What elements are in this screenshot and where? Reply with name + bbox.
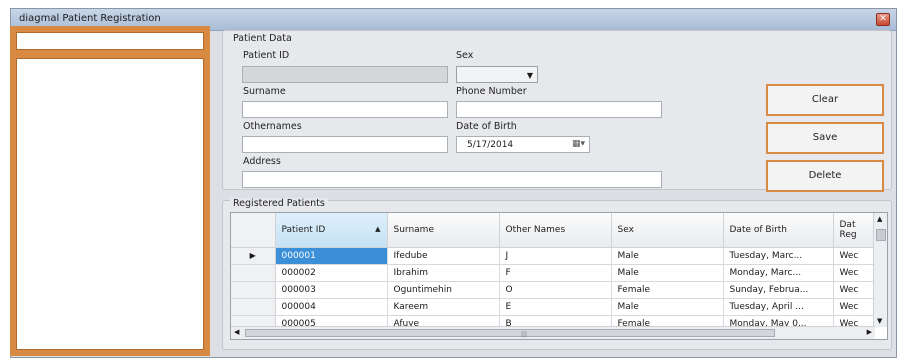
grip-icon: ||| bbox=[521, 331, 528, 338]
surname-field[interactable] bbox=[242, 101, 448, 118]
current-row-icon: ▶ bbox=[231, 247, 276, 265]
cell-other-names[interactable]: E bbox=[499, 298, 612, 316]
cell-date-of-birth[interactable]: Tuesday, April ... bbox=[723, 298, 834, 316]
patients-table: Patient ID ▲ Surname Other Names Sex Dat… bbox=[231, 213, 874, 333]
cell-patient-id[interactable]: 000003 bbox=[275, 281, 388, 299]
scroll-left-icon[interactable]: ◀ bbox=[234, 328, 239, 336]
cell-surname[interactable]: Ibrahim bbox=[387, 264, 500, 282]
cell-surname[interactable]: Ifedube bbox=[387, 247, 500, 265]
sort-ascending-icon: ▲ bbox=[375, 224, 381, 233]
registered-patients-legend: Registered Patients bbox=[230, 198, 328, 209]
cell-patient-id[interactable]: 000004 bbox=[275, 298, 388, 316]
row-header bbox=[231, 281, 276, 299]
window-title: diagmal Patient Registration bbox=[19, 13, 161, 24]
cell-date-registered[interactable]: Wec bbox=[833, 298, 874, 316]
close-icon[interactable]: ✕ bbox=[876, 13, 890, 26]
table-row[interactable]: 000004 Kareem E Male Tuesday, April ... … bbox=[231, 298, 874, 316]
sex-select[interactable]: ▼ bbox=[456, 66, 538, 83]
row-header bbox=[231, 264, 276, 282]
column-header-label: Patient ID bbox=[281, 224, 326, 235]
horizontal-scrollbar[interactable]: ◀ ||| ▶ bbox=[231, 326, 875, 339]
column-header-date-of-birth[interactable]: Date of Birth bbox=[723, 213, 834, 248]
othernames-input[interactable] bbox=[243, 137, 447, 152]
address-label: Address bbox=[243, 156, 281, 167]
cell-other-names[interactable]: J bbox=[499, 247, 612, 265]
vertical-scroll-thumb[interactable] bbox=[876, 229, 886, 241]
column-header-surname[interactable]: Surname bbox=[387, 213, 500, 248]
left-panel-list[interactable] bbox=[16, 58, 204, 350]
column-header-patient-id[interactable]: Patient ID ▲ bbox=[275, 213, 388, 248]
table-row[interactable]: 000003 Oguntimehin O Female Sunday, Febr… bbox=[231, 281, 874, 299]
cell-patient-id[interactable]: 000002 bbox=[275, 264, 388, 282]
patient-data-legend: Patient Data bbox=[230, 33, 295, 44]
sex-label: Sex bbox=[456, 50, 474, 61]
save-button[interactable]: Save bbox=[766, 122, 884, 154]
phone-field[interactable] bbox=[456, 101, 662, 118]
patient-id-input[interactable] bbox=[243, 67, 447, 82]
left-panel-input[interactable] bbox=[16, 32, 204, 50]
cell-patient-id[interactable]: 000001 bbox=[275, 247, 388, 265]
address-input[interactable] bbox=[243, 172, 661, 187]
scroll-right-icon[interactable]: ▶ bbox=[867, 328, 872, 336]
chevron-down-icon: ▼ bbox=[526, 71, 533, 80]
column-header-sex[interactable]: Sex bbox=[611, 213, 724, 248]
cell-other-names[interactable]: F bbox=[499, 264, 612, 282]
calendar-icon[interactable]: ▦▾ bbox=[572, 139, 585, 149]
cell-surname[interactable]: Oguntimehin bbox=[387, 281, 500, 299]
scroll-down-icon[interactable]: ▼ bbox=[877, 317, 882, 325]
row-header bbox=[231, 298, 276, 316]
table-row[interactable]: ▶ 000001 Ifedube J Male Tuesday, Marc...… bbox=[231, 247, 874, 265]
patient-id-field[interactable] bbox=[242, 66, 448, 83]
cell-date-registered[interactable]: Wec bbox=[833, 247, 874, 265]
cell-sex[interactable]: Male bbox=[611, 247, 724, 265]
vertical-scrollbar[interactable]: ▲ ▼ bbox=[873, 213, 887, 327]
patient-id-label: Patient ID bbox=[243, 50, 290, 61]
cell-sex[interactable]: Male bbox=[611, 264, 724, 282]
cell-sex[interactable]: Female bbox=[611, 281, 724, 299]
clear-button[interactable]: Clear bbox=[766, 84, 884, 116]
cell-sex[interactable]: Male bbox=[611, 298, 724, 316]
patients-grid[interactable]: Patient ID ▲ Surname Other Names Sex Dat… bbox=[230, 212, 888, 340]
left-panel bbox=[10, 26, 210, 356]
cell-date-registered[interactable]: Wec bbox=[833, 264, 874, 282]
dob-label: Date of Birth bbox=[456, 121, 517, 132]
phone-label: Phone Number bbox=[456, 86, 527, 97]
dob-picker[interactable]: 5/17/2014 ▦▾ bbox=[456, 136, 590, 153]
cell-other-names[interactable]: O bbox=[499, 281, 612, 299]
column-header-date-registered[interactable]: Dat Reg bbox=[833, 213, 874, 248]
table-row[interactable]: 000002 Ibrahim F Male Monday, Marc... We… bbox=[231, 264, 874, 282]
address-field[interactable] bbox=[242, 171, 662, 188]
row-header-corner bbox=[231, 213, 276, 248]
column-header-other-names[interactable]: Other Names bbox=[499, 213, 612, 248]
phone-input[interactable] bbox=[457, 102, 661, 117]
horizontal-scroll-thumb[interactable]: ||| bbox=[245, 329, 775, 338]
cell-date-of-birth[interactable]: Sunday, Februa... bbox=[723, 281, 834, 299]
cell-surname[interactable]: Kareem bbox=[387, 298, 500, 316]
othernames-field[interactable] bbox=[242, 136, 448, 153]
cell-date-of-birth[interactable]: Monday, Marc... bbox=[723, 264, 834, 282]
delete-button[interactable]: Delete bbox=[766, 160, 884, 192]
surname-label: Surname bbox=[243, 86, 286, 97]
cell-date-of-birth[interactable]: Tuesday, Marc... bbox=[723, 247, 834, 265]
dob-value: 5/17/2014 bbox=[467, 140, 514, 150]
surname-input[interactable] bbox=[243, 102, 447, 117]
scroll-up-icon[interactable]: ▲ bbox=[877, 215, 882, 223]
cell-date-registered[interactable]: Wec bbox=[833, 281, 874, 299]
othernames-label: Othernames bbox=[243, 121, 302, 132]
